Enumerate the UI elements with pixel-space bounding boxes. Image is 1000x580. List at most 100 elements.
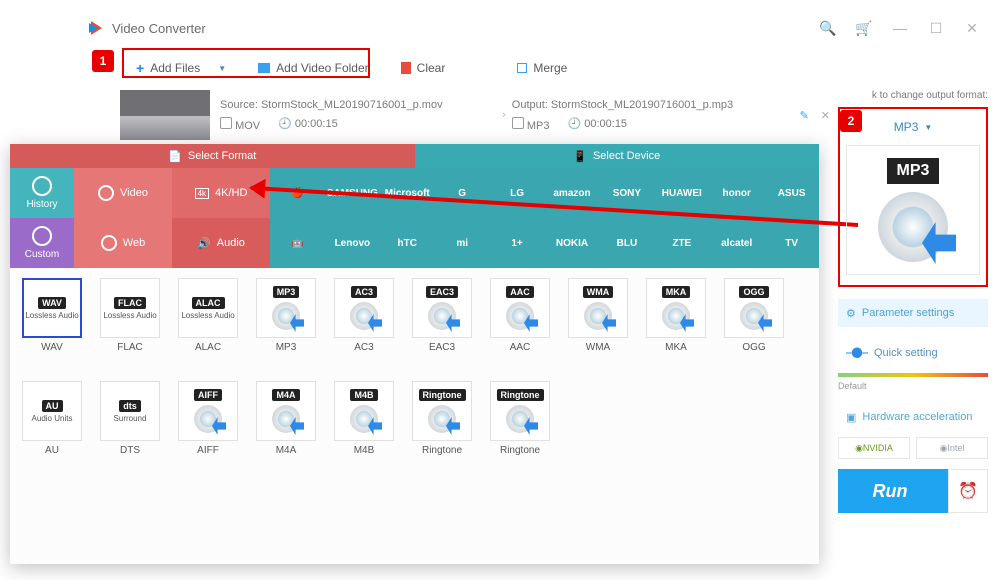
format-item-alac[interactable]: ALACLossless AudioALAC [176,278,240,353]
output-format-tile[interactable]: MP3 [846,145,980,275]
output-label: Output: StormStock_ML20190716001_p.mp3 [512,99,788,111]
brand-item[interactable]: honor [709,188,764,199]
play-icon [98,185,114,201]
cat-audio[interactable]: 🔊Audio [172,218,270,268]
annotation-marker-1: 1 [92,50,114,72]
maximize-button[interactable]: ☐ [918,14,954,42]
edit-icon[interactable]: ✎ [800,109,809,122]
hardware-accel-button[interactable]: ▣ Hardware acceleration [838,403,988,431]
format-item-wma[interactable]: WMAWMA [566,278,630,353]
nvidia-button[interactable]: ◉ NVIDIA [838,437,910,459]
search-icon[interactable]: 🔍 [810,14,846,42]
brand-item[interactable]: HUAWEI [654,188,709,199]
brand-item[interactable]: BLU [599,238,654,249]
globe-icon [101,235,117,251]
gear-icon [32,226,52,246]
format-item-aac[interactable]: AACAAC [488,278,552,353]
video-thumbnail[interactable] [120,90,210,140]
sidebar-history[interactable]: History [10,168,74,218]
brand-item[interactable]: hTC [380,238,435,249]
chevron-right-icon: › [496,90,512,140]
format-icon [220,117,232,129]
run-button[interactable]: Run [838,481,942,502]
annotation-box-2: MP3 ▼ MP3 [838,107,988,287]
format-icon [512,117,524,129]
disc-icon [878,192,948,262]
brand-item[interactable]: mi [435,238,490,249]
format-item-dts[interactable]: dtsSurroundDTS [98,381,162,456]
sliders-icon: ⚙ [846,307,856,320]
main-toolbar: + Add Files ▼ Add Video Folder Clear Mer… [120,50,990,86]
format-item-ringtone[interactable]: RingtoneRingtone [410,381,474,456]
brand-item[interactable]: Lenovo [325,238,380,249]
output-hint: k to change output format: [838,90,988,101]
format-item-ac3[interactable]: AC3AC3 [332,278,396,353]
clear-label: Clear [417,61,446,75]
schedule-button[interactable]: ⏰ [948,469,988,513]
parameter-settings-button[interactable]: ⚙ Parameter settings [838,299,988,327]
format-item-eac3[interactable]: EAC3EAC3 [410,278,474,353]
brand-item[interactable]: SONY [599,188,654,199]
format-item-flac[interactable]: FLACLossless AudioFLAC [98,278,162,353]
format-item-aiff[interactable]: AIFFAIFF [176,381,240,456]
format-item-m4a[interactable]: M4AM4A [254,381,318,456]
add-files-label: Add Files [150,61,200,75]
4k-icon: 4k [195,188,209,199]
format-item-wav[interactable]: WAVLossless AudioWAV [20,278,84,353]
clear-button[interactable]: Clear [385,50,462,86]
file-row[interactable]: Source: StormStock_ML20190716001_p.mov M… [120,90,830,140]
brand-item[interactable]: amazon [545,188,600,199]
folder-icon [258,63,270,73]
remove-icon[interactable]: ✕ [821,109,830,122]
app-icon [88,20,104,36]
add-folder-button[interactable]: Add Video Folder [242,50,385,86]
minimize-button[interactable]: — [882,14,918,42]
brand-item[interactable]: 1+ [490,238,545,249]
add-folder-label: Add Video Folder [276,61,369,75]
format-item-mp3[interactable]: MP3MP3 [254,278,318,353]
tab-select-device[interactable]: 📱 Select Device [415,144,820,168]
quality-slider[interactable] [838,373,988,377]
cart-icon[interactable]: 🛒 [846,14,882,42]
trash-icon [401,62,411,74]
format-item-au[interactable]: AUAudio UnitsAU [20,381,84,456]
sidebar-custom[interactable]: Custom [10,218,74,268]
merge-label: Merge [533,61,567,75]
cat-video[interactable]: Video [74,168,172,218]
brand-item[interactable]: NOKIA [545,238,600,249]
tab-select-format[interactable]: 📄 Select Format [10,144,415,168]
format-item-ringtone[interactable]: RingtoneRingtone [488,381,552,456]
brand-item[interactable]: alcatel [709,238,764,249]
format-item-mka[interactable]: MKAMKA [644,278,708,353]
titlebar: Video Converter 🔍 🛒 — ☐ ✕ [88,14,990,42]
output-format-dropdown[interactable]: MP3 ▼ [846,115,980,139]
brand-item[interactable]: ASUS [764,188,819,199]
brand-item[interactable]: 🤖 [270,238,325,249]
add-files-button[interactable]: + Add Files ▼ [120,50,242,86]
plus-icon: + [136,60,144,76]
quick-setting-button[interactable]: ⎯⬤⎯ Quick setting [838,339,988,367]
format-grid: WAVLossless AudioWAVFLACLossless AudioFL… [20,278,809,456]
default-label: Default [838,381,988,391]
format-item-m4b[interactable]: M4BM4B [332,381,396,456]
close-button[interactable]: ✕ [954,14,990,42]
app-title: Video Converter [112,21,810,36]
intel-button[interactable]: ◉ Intel [916,437,988,459]
brand-item[interactable]: LG [490,188,545,199]
history-icon [32,176,52,196]
speaker-icon: 🔊 [197,237,211,250]
right-panel: k to change output format: MP3 ▼ MP3 ⚙ P… [838,90,988,513]
brand-item[interactable]: ZTE [654,238,709,249]
chip-icon: ▣ [846,411,856,424]
format-panel: 📄 Select Format 📱 Select Device History … [10,144,819,564]
merge-button[interactable]: Merge [501,50,583,86]
source-label: Source: StormStock_ML20190716001_p.mov [220,99,496,111]
brand-item[interactable]: TV [764,238,819,249]
dropdown-icon[interactable]: ▼ [218,64,226,73]
mp3-badge: MP3 [887,158,940,184]
run-bar: Run ⏰ [838,469,988,513]
cat-web[interactable]: Web [74,218,172,268]
format-item-ogg[interactable]: OGGOGG [722,278,786,353]
merge-icon [517,63,527,73]
dropdown-icon: ▼ [924,123,932,132]
